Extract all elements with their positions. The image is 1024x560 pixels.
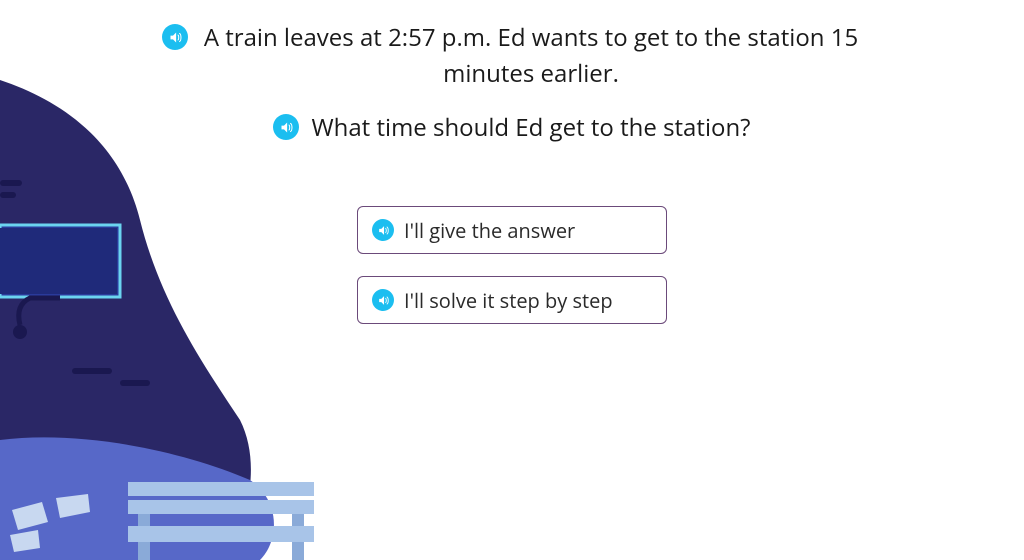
prompt-1-text: A train leaves at 2:57 p.m. Ed wants to …	[200, 20, 862, 92]
step-by-step-button[interactable]: I'll solve it step by step	[357, 276, 667, 324]
audio-icon[interactable]	[372, 289, 394, 311]
options-group: I'll give the answer I'll solve it step …	[357, 206, 667, 324]
prompt-2-text: What time should Ed get to the station?	[311, 110, 750, 146]
audio-icon[interactable]	[372, 219, 394, 241]
audio-icon[interactable]	[162, 24, 188, 50]
option-label: I'll give the answer	[404, 217, 575, 244]
option-label: I'll solve it step by step	[404, 287, 613, 314]
give-answer-button[interactable]: I'll give the answer	[357, 206, 667, 254]
audio-icon[interactable]	[273, 114, 299, 140]
prompt-2-block: What time should Ed get to the station?	[273, 110, 750, 146]
question-content: A train leaves at 2:57 p.m. Ed wants to …	[0, 0, 1024, 324]
prompt-1-block: A train leaves at 2:57 p.m. Ed wants to …	[162, 20, 862, 92]
